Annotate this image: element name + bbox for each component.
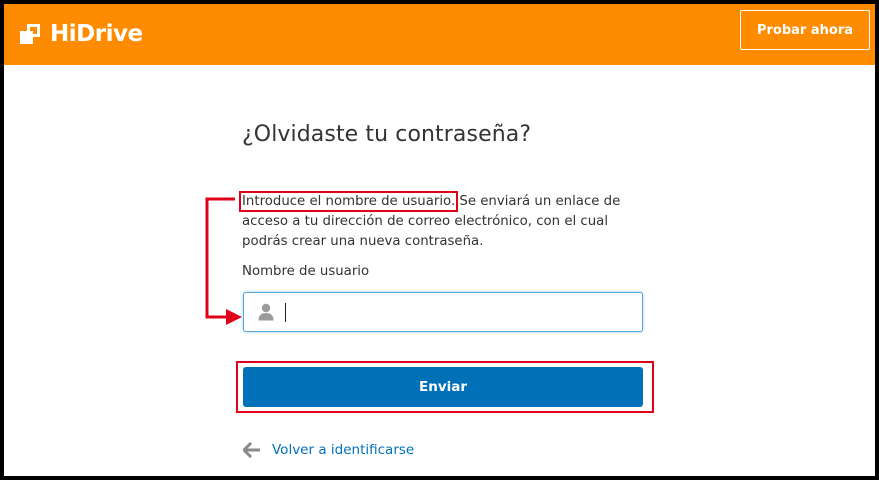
username-input[interactable] xyxy=(282,299,632,325)
username-label: Nombre de usuario xyxy=(242,264,370,279)
page: HiDrive Probar ahora ¿Olvidaste tu contr… xyxy=(4,4,875,476)
back-to-login-link[interactable]: Volver a identificarse xyxy=(243,442,414,458)
hidrive-logo-icon xyxy=(20,23,42,45)
text-cursor xyxy=(285,303,286,322)
brand-logo[interactable]: HiDrive xyxy=(20,18,143,50)
instructions-text: Introduce el nombre de usuario. Se envia… xyxy=(238,191,642,252)
page-title: ¿Olvidaste tu contraseña? xyxy=(242,122,532,147)
instructions-highlight: Introduce el nombre de usuario. xyxy=(238,191,459,212)
header-bar: HiDrive Probar ahora xyxy=(4,4,875,65)
try-now-button[interactable]: Probar ahora xyxy=(740,10,870,50)
username-field-wrapper[interactable] xyxy=(243,292,643,332)
back-link-label: Volver a identificarse xyxy=(272,442,415,458)
brand-name: HiDrive xyxy=(50,21,143,47)
user-icon xyxy=(258,303,274,321)
arrow-left-icon xyxy=(243,442,260,458)
submit-button[interactable]: Enviar xyxy=(243,367,643,407)
